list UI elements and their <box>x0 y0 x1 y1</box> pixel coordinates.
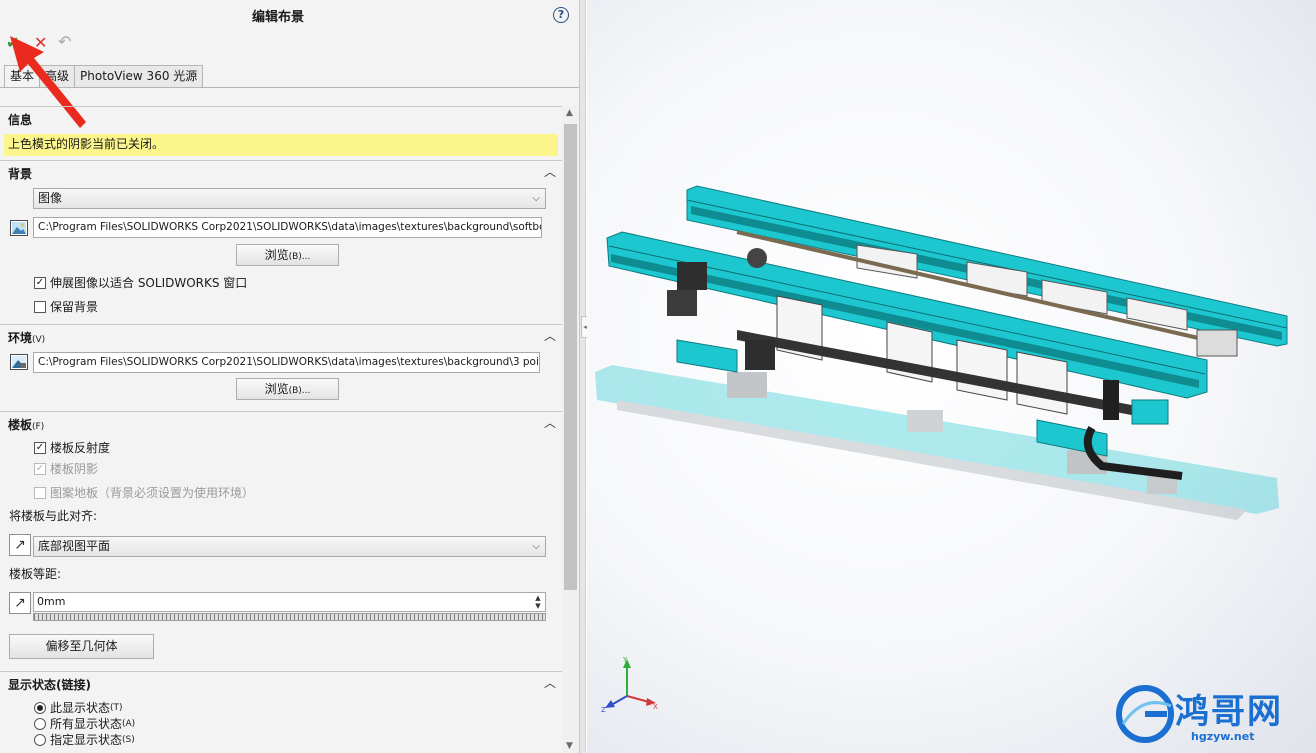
spin-arrows-icon[interactable]: ▲ ▼ <box>532 594 544 610</box>
radio-hotkey: (T) <box>110 702 123 713</box>
radio-unselected-icon <box>34 717 46 730</box>
display-state-section-header[interactable]: 显示状态(链接) ︿ <box>0 671 562 693</box>
watermark-logo: 鸿哥网 hgzyw.net <box>1115 682 1311 748</box>
radio-specify-display-state[interactable]: 指定显示状态 (S) <box>34 731 135 748</box>
info-message: 上色模式的阴影当前已关闭。 <box>4 134 558 156</box>
collapse-chevron-icon[interactable]: ︿ <box>544 674 556 691</box>
environment-section-header[interactable]: 环境(V) ︿ <box>0 324 562 346</box>
floor-section-header[interactable]: 楼板(F) ︿ <box>0 411 562 433</box>
browse-label: 浏览 <box>264 248 289 262</box>
radio-hotkey: (A) <box>122 718 136 729</box>
conveyor-assembly-model[interactable] <box>587 0 1316 753</box>
radio-label: 此显示状态 <box>50 701 111 715</box>
checkbox-checked-icon: ✓ <box>34 441 46 454</box>
radio-label: 指定显示状态 <box>50 733 123 747</box>
panel-scroll-area: 信息 上色模式的阴影当前已关闭。 背景 ︿ 图像 ⌵ C:\Program Fi… <box>0 106 562 753</box>
panel-splitter[interactable] <box>580 0 586 753</box>
stretch-image-label: 伸展图像以适合 SOLIDWORKS 窗口 <box>50 276 248 290</box>
image-file-icon <box>10 220 28 236</box>
background-section-header[interactable]: 背景 ︿ <box>0 160 562 182</box>
offset-thumbwheel[interactable] <box>33 613 546 621</box>
property-manager-panel: 编辑布景 ? ✔ ✕ ↶ 基本 高级 PhotoView 360 光源 信息 上… <box>0 0 580 753</box>
floor-shadow-label: 楼板阴影 <box>50 462 99 476</box>
floor-offset-label: 楼板等距: <box>9 567 62 581</box>
checkbox-checked-icon: ✓ <box>34 276 46 289</box>
background-section-title: 背景 <box>8 167 33 181</box>
offset-to-geometry-button[interactable]: 偏移至几何体 <box>9 634 154 659</box>
graphics-viewport[interactable]: Y X Z 鸿哥网 hgzyw.net <box>587 0 1316 753</box>
offset-direction-icon[interactable]: ↗ <box>9 592 31 614</box>
chevron-down-icon: ⌵ <box>532 193 540 204</box>
radio-unselected-icon <box>34 733 46 746</box>
floor-shadow-checkbox[interactable]: ✓ 楼板阴影 <box>34 460 98 477</box>
collapse-chevron-icon[interactable]: ︿ <box>544 327 556 344</box>
floor-section-title: 楼板(F) <box>8 418 45 432</box>
background-type-select[interactable]: 图像 ⌵ <box>33 188 546 209</box>
logo-text: 鸿哥网 <box>1175 692 1283 732</box>
panel-scrollbar[interactable]: ▲ ▼ <box>562 106 579 753</box>
radio-selected-icon <box>34 701 46 714</box>
browse-hotkey: (B)... <box>288 252 311 262</box>
floor-align-select[interactable]: 底部视图平面 ⌵ <box>33 536 546 557</box>
scroll-up-icon[interactable]: ▲ <box>566 108 573 118</box>
floor-align-value: 底部视图平面 <box>38 539 111 553</box>
keep-background-label: 保留背景 <box>50 300 99 314</box>
browse-hotkey: (B)... <box>288 386 311 396</box>
background-image-path[interactable]: C:\Program Files\SOLIDWORKS Corp2021\SOL… <box>33 217 542 238</box>
radio-this-display-state[interactable]: 此显示状态 (T) <box>34 699 123 716</box>
radio-label: 所有显示状态 <box>50 717 123 731</box>
environment-image-icon <box>10 354 28 370</box>
triad-z-label: Z <box>601 706 606 714</box>
environment-path[interactable]: C:\Program Files\SOLIDWORKS Corp2021\SOL… <box>33 352 540 373</box>
background-type-value: 图像 <box>38 191 63 205</box>
environment-browse-button[interactable]: 浏览(B)... <box>236 378 339 400</box>
display-state-section-title: 显示状态(链接) <box>8 678 91 692</box>
floor-reflectivity-label: 楼板反射度 <box>50 441 111 455</box>
collapse-chevron-icon[interactable]: ︿ <box>544 414 556 431</box>
floor-reflectivity-checkbox[interactable]: ✓ 楼板反射度 <box>34 439 110 456</box>
coordinate-triad-icon[interactable]: Y X Z <box>601 654 661 714</box>
floor-offset-input[interactable]: 0mm ▲ ▼ <box>33 592 546 612</box>
chevron-down-icon: ⌵ <box>532 541 540 552</box>
radio-hotkey: (S) <box>122 734 135 745</box>
collapse-chevron-icon[interactable]: ︿ <box>544 163 556 180</box>
floor-offset-value: 0mm <box>37 595 66 608</box>
floor-align-label: 将楼板与此对齐: <box>9 509 98 523</box>
logo-g-icon <box>1116 685 1174 743</box>
environment-section-title: 环境(V) <box>8 331 46 345</box>
panel-title: 编辑布景 <box>251 10 304 25</box>
triad-y-label: Y <box>622 656 628 664</box>
scroll-thumb[interactable] <box>564 124 577 590</box>
triad-x-label: X <box>653 703 658 711</box>
info-section-header[interactable]: 信息 <box>0 106 562 128</box>
scroll-down-icon[interactable]: ▼ <box>566 741 573 751</box>
align-direction-icon[interactable]: ↗ <box>9 534 31 556</box>
checkbox-unchecked-icon <box>34 486 46 499</box>
stretch-image-checkbox[interactable]: ✓ 伸展图像以适合 SOLIDWORKS 窗口 <box>34 274 247 291</box>
info-section-title: 信息 <box>8 113 33 127</box>
background-browse-button[interactable]: 浏览(B)... <box>236 244 339 266</box>
browse-label: 浏览 <box>264 382 289 396</box>
checkbox-checked-icon: ✓ <box>34 462 46 475</box>
help-icon[interactable]: ? <box>553 7 569 23</box>
pattern-floor-checkbox[interactable]: 图案地板（背景必须设置为使用环境） <box>34 484 254 501</box>
pattern-floor-label: 图案地板（背景必须设置为使用环境） <box>50 486 255 500</box>
radio-all-display-states[interactable]: 所有显示状态 (A) <box>34 715 135 732</box>
keep-background-checkbox[interactable]: 保留背景 <box>34 298 98 315</box>
checkbox-unchecked-icon <box>34 300 46 313</box>
logo-url: hgzyw.net <box>1191 730 1255 743</box>
